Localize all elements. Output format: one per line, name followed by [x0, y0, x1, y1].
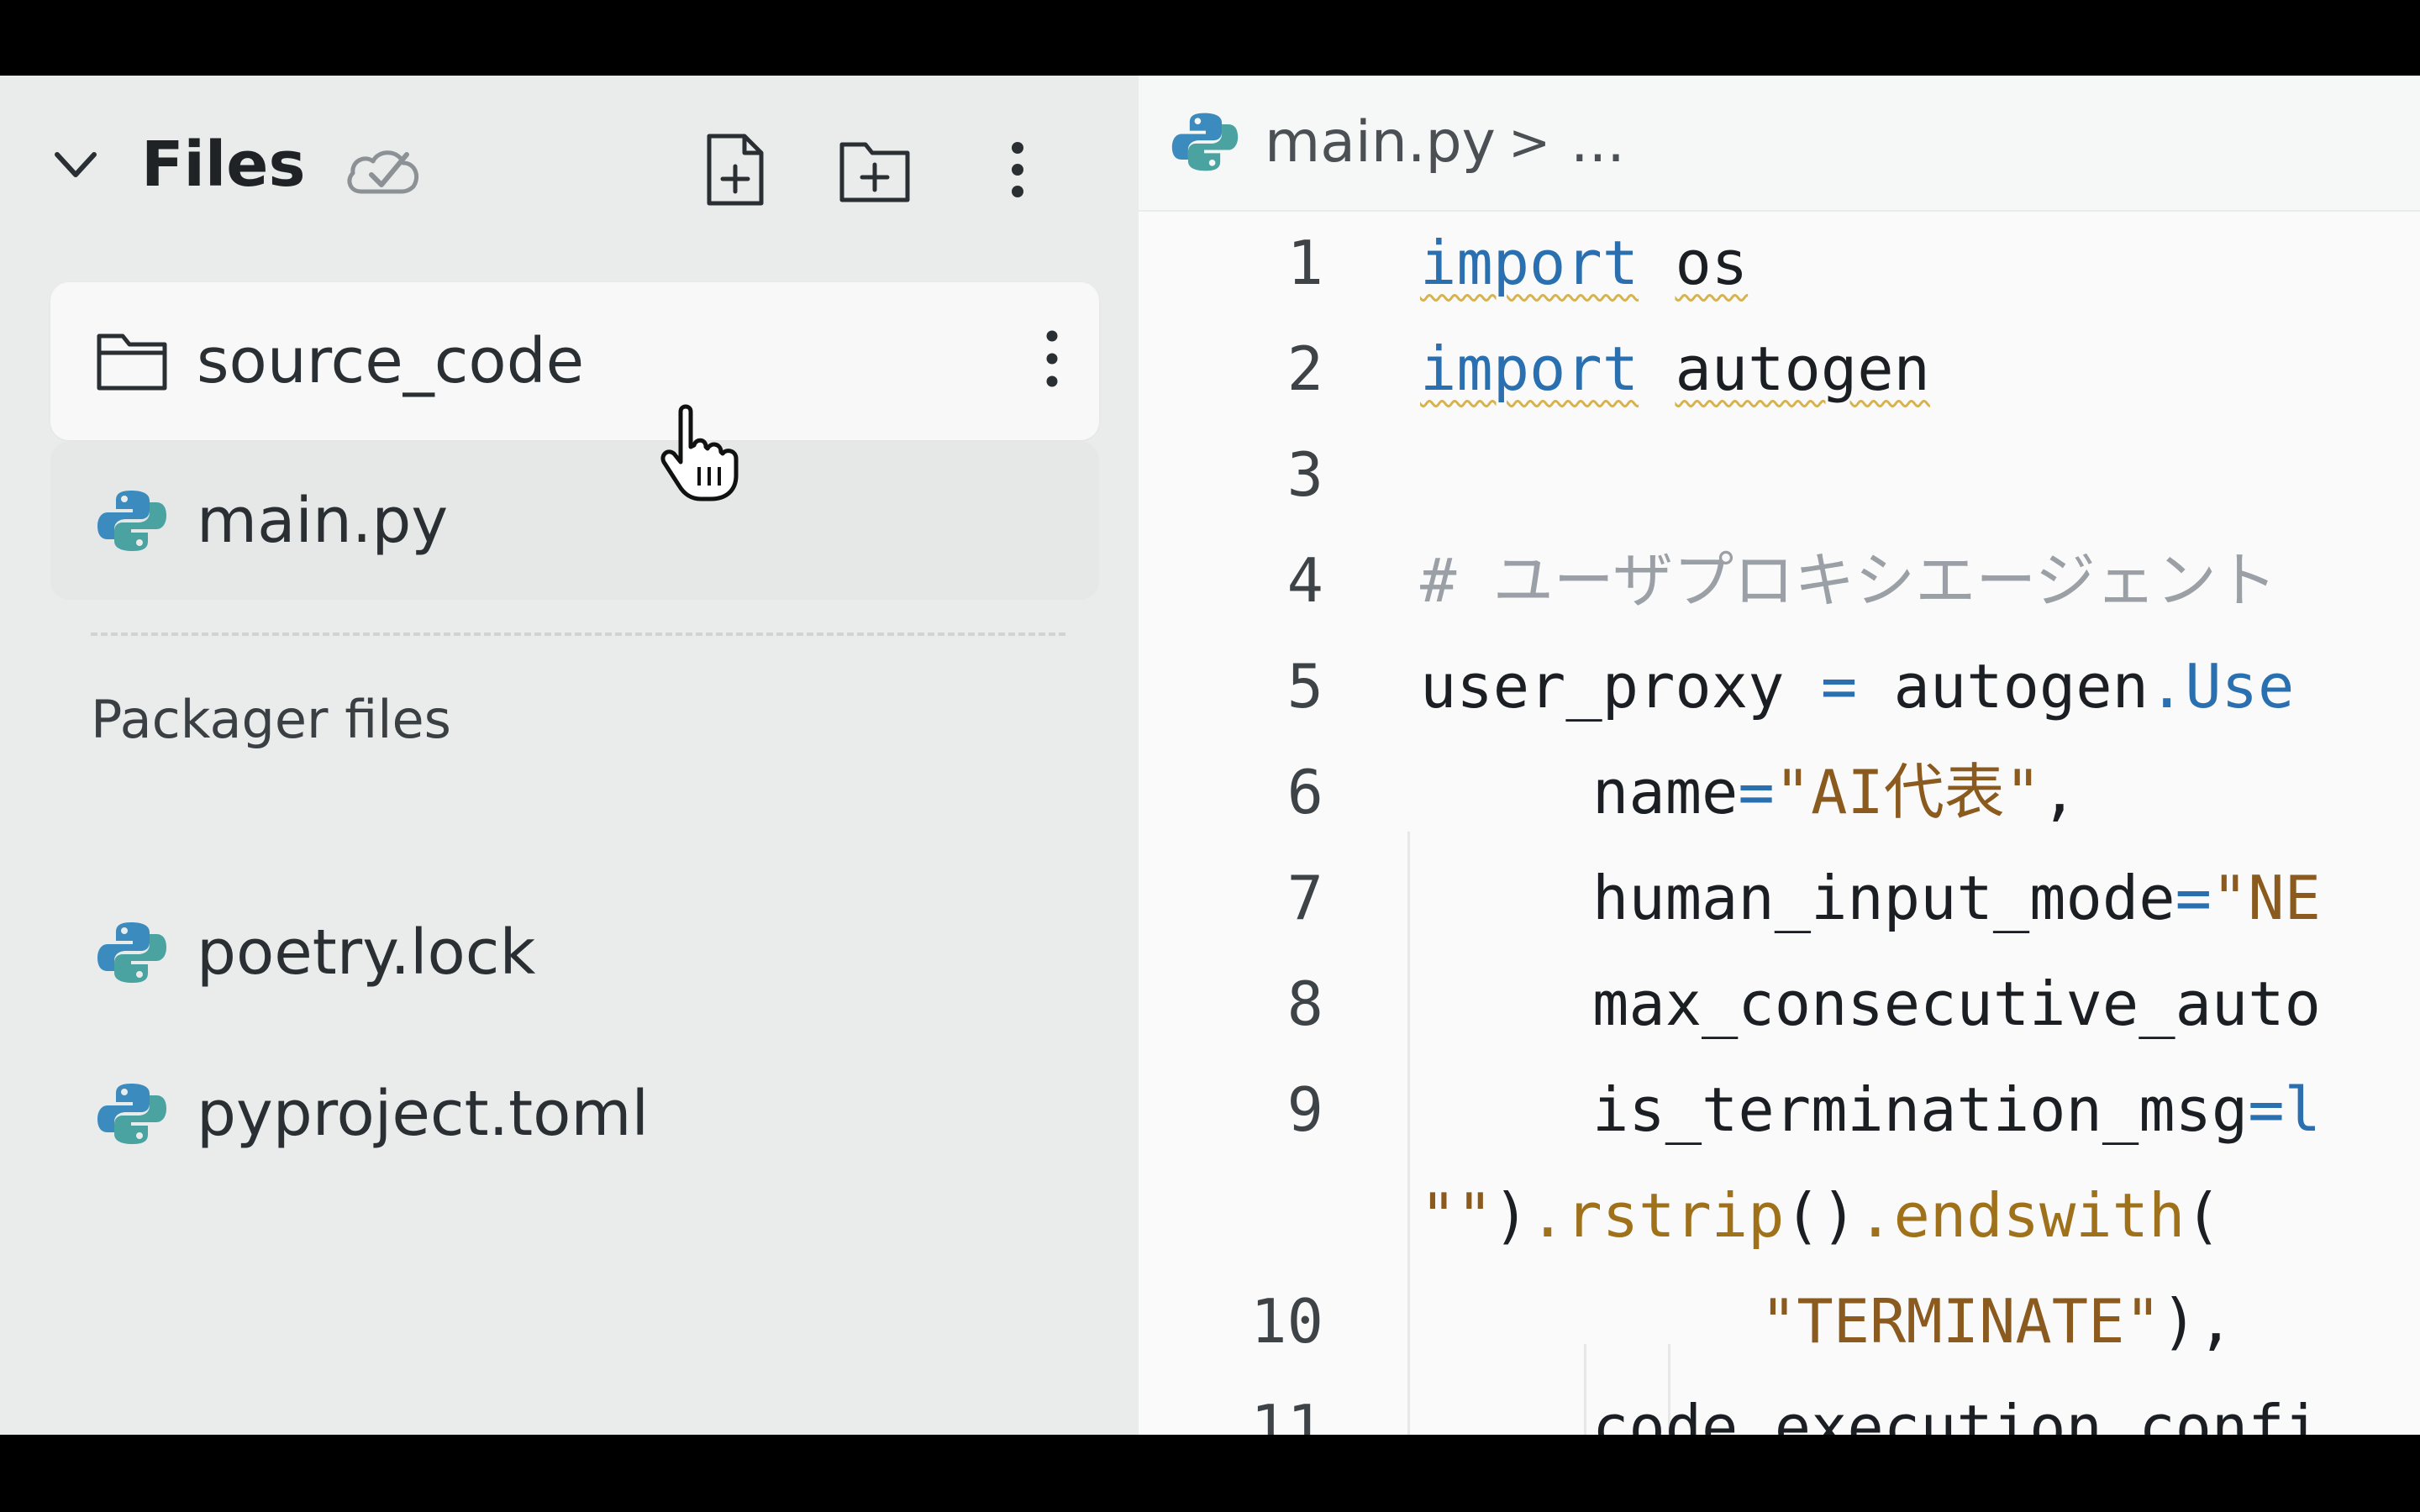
files-title[interactable]: Files — [141, 131, 306, 198]
files-header: Files — [0, 76, 1139, 244]
more-options-icon[interactable] — [1035, 321, 1069, 396]
breadcrumb-file[interactable]: main.py — [1265, 109, 1496, 176]
folder-icon — [97, 333, 167, 391]
more-options-icon[interactable] — [988, 129, 1047, 210]
line-number: 9 — [1286, 1074, 1323, 1145]
python-icon — [97, 491, 166, 551]
breadcrumb-more[interactable]: ... — [1570, 109, 1625, 176]
line-number: 1 — [1286, 228, 1323, 298]
python-icon — [1171, 113, 1239, 171]
chevron-down-icon[interactable] — [52, 148, 99, 181]
tree-item-main-py[interactable]: main.py — [50, 442, 1099, 600]
code-line: 3 — [1139, 422, 2420, 528]
tree-item-label: source_code — [197, 325, 585, 397]
code-text: "").rstrip().endswith( — [1420, 1180, 2222, 1251]
code-line: 6 name="AI代表", — [1139, 739, 2420, 845]
cloud-check-icon — [347, 150, 418, 194]
code-line: 10 "TERMINATE"), — [1139, 1268, 2420, 1374]
code-line: 4 # ユーザプロキシエージェント — [1139, 528, 2420, 633]
line-number: 8 — [1286, 969, 1323, 1039]
code-text: human_input_mode="NE — [1592, 863, 2321, 933]
line-number: 10 — [1250, 1286, 1323, 1357]
line-number: 4 — [1286, 545, 1323, 616]
code-text: user_proxy = autogen.Use — [1420, 651, 2295, 722]
code-line: 2 import autogen — [1139, 316, 2420, 422]
tree-item-label: main.py — [197, 485, 449, 557]
code-text: "TERMINATE"), — [1760, 1286, 2234, 1357]
line-number: 11 — [1250, 1392, 1323, 1435]
code-line: 8 max_consecutive_auto — [1139, 951, 2420, 1057]
line-number: 3 — [1286, 439, 1323, 510]
tree-item-source-code[interactable]: source_code — [50, 282, 1099, 440]
breadcrumb: main.py > ... — [1139, 76, 2420, 212]
app-window: Files source_code main.py Packager files… — [0, 76, 2420, 1435]
code-area[interactable]: 1 import os 2 import autogen 3 4 # ユーザプロ… — [1139, 210, 2420, 1435]
packager-files-label: Packager files — [91, 689, 451, 750]
tree-item-pyproject-toml[interactable]: pyproject.toml — [50, 1052, 1099, 1178]
code-text: import autogen — [1420, 333, 1930, 404]
code-line: "").rstrip().endswith( — [1139, 1163, 2420, 1268]
tree-item-poetry-lock[interactable]: poetry.lock — [50, 890, 1099, 1016]
code-text: code_execution_confi — [1592, 1392, 2321, 1435]
new-folder-icon[interactable] — [837, 129, 913, 210]
code-line: 11 code_execution_confi — [1139, 1374, 2420, 1435]
python-icon — [97, 922, 166, 983]
code-line: 5 user_proxy = autogen.Use — [1139, 633, 2420, 739]
breadcrumb-separator: > — [1508, 113, 1551, 172]
hand-cursor-icon — [660, 404, 739, 501]
file-explorer: Files source_code main.py Packager files… — [0, 76, 1139, 1435]
code-line: 9 is_termination_msg=l — [1139, 1057, 2420, 1163]
tree-item-label: pyproject.toml — [197, 1078, 650, 1150]
python-icon — [97, 1084, 166, 1144]
line-number: 2 — [1286, 333, 1323, 404]
code-text: max_consecutive_auto — [1592, 969, 2321, 1039]
code-line: 1 import os — [1139, 210, 2420, 316]
code-text: name="AI代表", — [1592, 757, 2078, 827]
new-file-icon[interactable] — [697, 129, 773, 210]
line-number: 6 — [1286, 757, 1323, 827]
code-comment: # ユーザプロキシエージェント — [1420, 545, 2277, 616]
line-number: 7 — [1286, 863, 1323, 933]
code-line: 7 human_input_mode="NE — [1139, 845, 2420, 951]
line-number: 5 — [1286, 651, 1323, 722]
code-text: import os — [1420, 228, 1749, 298]
tree-item-label: poetry.lock — [197, 916, 536, 989]
code-editor[interactable]: main.py > ... 1 import os 2 import autog… — [1139, 76, 2420, 1435]
code-text: is_termination_msg=l — [1592, 1074, 2321, 1145]
divider — [91, 633, 1065, 636]
